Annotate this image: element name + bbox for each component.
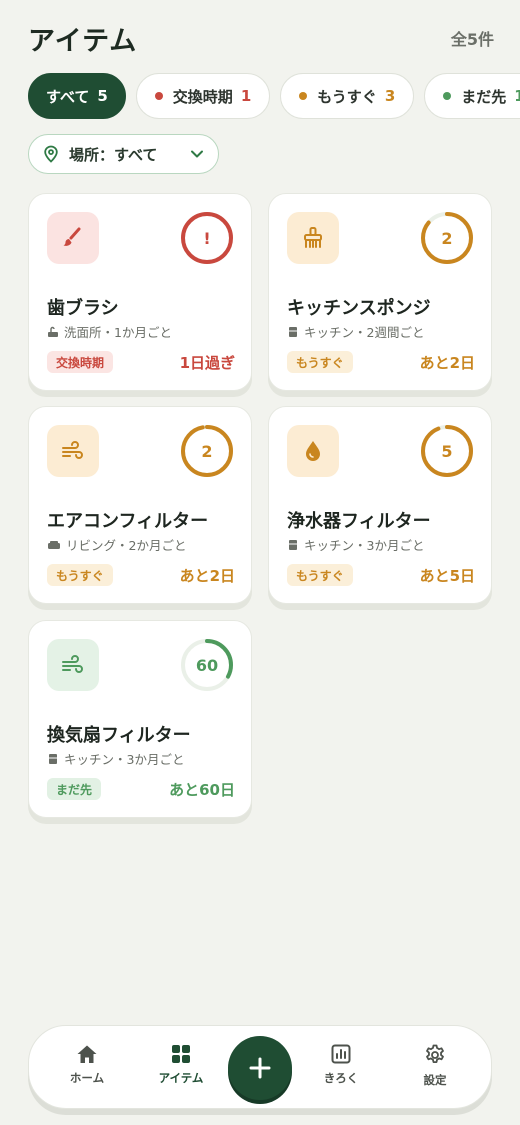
status-dot <box>443 92 452 100</box>
chip-overdue[interactable]: 交換時期 1 <box>135 73 271 119</box>
fridge-icon <box>289 539 297 550</box>
chevron-down-icon <box>191 150 203 158</box>
due-text: あと5日 <box>419 566 475 585</box>
home-icon <box>77 1045 97 1063</box>
chip-label: すべて <box>46 87 90 106</box>
chip-label: まだ先 <box>461 87 507 106</box>
item-meta: 洗面所・1か月ごと <box>47 322 172 341</box>
sponge-icon <box>304 227 322 248</box>
ring-label: 60 <box>195 655 219 675</box>
location-filter-label: 場所：すべて <box>69 145 158 164</box>
chip-count: 3 <box>384 87 396 105</box>
chip-all[interactable]: すべて 5 <box>28 73 126 119</box>
due-text: あと60日 <box>169 780 235 799</box>
nav-records-label: きろく <box>323 1071 359 1085</box>
sink-icon <box>48 326 58 337</box>
chip-label: もうすぐ <box>317 87 377 106</box>
item-name: エアコンフィルター <box>47 511 209 532</box>
item-meta-text: 洗面所・1か月ごと <box>64 325 172 340</box>
nav-settings-label: 設定 <box>423 1073 447 1087</box>
item-name: 浄水器フィルター <box>287 511 431 532</box>
item-icon-box <box>47 212 99 264</box>
sofa-icon <box>48 540 60 549</box>
item-card[interactable]: 2 キッチンスポンジ キッチン・2週間ごと もうすぐ あと2日 <box>268 193 492 391</box>
location-pin-icon <box>44 145 58 163</box>
droplet-icon <box>306 441 320 461</box>
item-meta-text: キッチン・3か月ごと <box>304 538 425 553</box>
item-meta: キッチン・2週間ごと <box>287 322 424 341</box>
item-name: 換気扇フィルター <box>47 725 191 746</box>
grid-icon <box>172 1045 190 1063</box>
nav-records[interactable]: きろく <box>306 1044 376 1086</box>
add-item-button[interactable] <box>228 1036 292 1100</box>
nav-settings[interactable]: 設定 <box>400 1044 470 1088</box>
status-filter-chips: すべて 5 交換時期 1 もうすぐ 3 まだ先 1 <box>28 73 520 119</box>
status-dot <box>154 92 163 100</box>
chart-icon <box>331 1044 351 1064</box>
wind-icon <box>62 441 83 459</box>
due-text: 1日過ぎ <box>179 353 235 372</box>
ring-label: 2 <box>441 228 453 248</box>
item-meta: キッチン・3か月ごと <box>47 749 184 768</box>
due-text: あと2日 <box>419 353 475 372</box>
chip-label: 交換時期 <box>172 87 233 106</box>
ring-label: 5 <box>441 441 453 461</box>
fridge-icon <box>289 326 297 337</box>
nav-home-label: ホーム <box>69 1071 105 1085</box>
item-meta: キッチン・3か月ごと <box>287 535 424 554</box>
brush-icon <box>63 227 81 246</box>
item-icon-box <box>47 425 99 477</box>
item-meta-text: キッチン・3か月ごと <box>64 752 185 767</box>
item-card[interactable]: 60 換気扇フィルター キッチン・3か月ごと まだ先 あと60日 <box>28 620 252 818</box>
item-card[interactable]: 5 浄水器フィルター キッチン・3か月ごと もうすぐ あと5日 <box>268 406 492 604</box>
plus-icon <box>249 1057 271 1079</box>
item-icon-box <box>47 639 99 691</box>
due-text: あと2日 <box>179 566 235 585</box>
item-icon-box <box>287 212 339 264</box>
status-badge: もうすぐ <box>287 564 353 586</box>
nav-home[interactable]: ホーム <box>52 1044 122 1086</box>
item-icon-box <box>287 425 339 477</box>
item-card[interactable]: 2 エアコンフィルター リビング・2か月ごと もうすぐ あと2日 <box>28 406 252 604</box>
status-badge: まだ先 <box>47 778 102 800</box>
nav-items[interactable]: アイテム <box>146 1044 216 1086</box>
header: アイテム 全5件 <box>28 18 494 58</box>
chip-count: 5 <box>97 87 108 105</box>
status-badge: もうすぐ <box>287 351 353 373</box>
chip-count: 1 <box>514 87 520 105</box>
gear-icon <box>426 1044 444 1063</box>
status-dot <box>299 92 308 100</box>
chip-later[interactable]: まだ先 1 <box>424 73 520 119</box>
item-card[interactable]: ! 歯ブラシ 洗面所・1か月ごと 交換時期 1日過ぎ <box>28 193 252 391</box>
item-meta-text: リビング・2か月ごと <box>66 538 187 553</box>
chip-soon[interactable]: もうすぐ 3 <box>280 73 415 119</box>
ring-label: ! <box>203 228 211 248</box>
status-badge: もうすぐ <box>47 564 113 586</box>
chip-count: 1 <box>240 87 252 105</box>
fridge-icon <box>49 753 57 764</box>
item-name: キッチンスポンジ <box>287 298 431 319</box>
wind-icon <box>62 655 83 673</box>
item-name: 歯ブラシ <box>47 298 119 319</box>
nav-items-label: アイテム <box>158 1071 204 1085</box>
ring-label: 2 <box>201 441 213 461</box>
item-meta: リビング・2か月ごと <box>47 535 186 554</box>
page-title: アイテム <box>28 25 138 57</box>
status-badge: 交換時期 <box>47 351 114 373</box>
item-count: 全5件 <box>450 30 494 49</box>
item-meta-text: キッチン・2週間ごと <box>304 325 425 340</box>
location-filter-dropdown[interactable]: 場所：すべて <box>28 134 219 174</box>
